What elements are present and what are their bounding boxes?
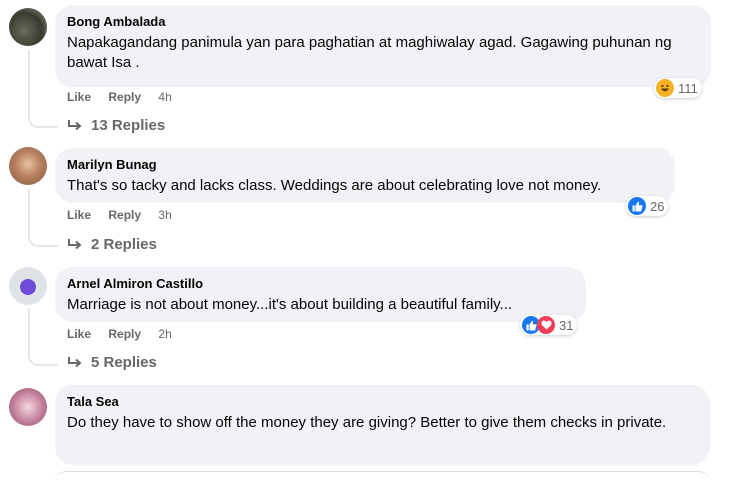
comment-actions: Like Reply 4h bbox=[67, 90, 186, 104]
avatar[interactable] bbox=[9, 267, 47, 305]
reply-button[interactable]: Reply bbox=[108, 208, 141, 222]
like-button[interactable]: Like bbox=[67, 208, 91, 222]
view-replies-link[interactable]: 13 Replies bbox=[67, 117, 165, 134]
replies-count: 13 Replies bbox=[91, 117, 166, 134]
comment-text: Do they have to show off the money they … bbox=[67, 414, 667, 431]
reactions-badge[interactable]: 111 bbox=[654, 78, 702, 98]
avatar[interactable] bbox=[9, 147, 47, 185]
view-replies-link[interactable]: 5 Replies bbox=[67, 354, 157, 371]
reaction-count: 31 bbox=[559, 317, 574, 333]
reply-button[interactable]: Reply bbox=[108, 90, 141, 104]
reactions-badge[interactable]: 31 bbox=[520, 315, 578, 335]
avatar[interactable] bbox=[9, 8, 47, 46]
replies-count: 5 Replies bbox=[91, 354, 157, 371]
timestamp[interactable]: 2h bbox=[158, 327, 171, 341]
thread-line bbox=[28, 189, 58, 247]
comment-bubble: Marilyn Bunag That's so tacky and lacks … bbox=[55, 148, 675, 203]
reactions-badge[interactable]: 26 bbox=[626, 196, 669, 216]
comment-actions: Like Reply 2h bbox=[67, 327, 186, 341]
timestamp[interactable]: 3h bbox=[158, 208, 171, 222]
like-button[interactable]: Like bbox=[67, 327, 91, 341]
reply-button[interactable]: Reply bbox=[108, 327, 141, 341]
replies-count: 2 Replies bbox=[91, 236, 157, 253]
view-replies-link[interactable]: 2 Replies bbox=[67, 236, 157, 253]
thread-line bbox=[28, 308, 58, 366]
comment-author[interactable]: Marilyn Bunag bbox=[67, 156, 663, 173]
thread-line bbox=[28, 50, 58, 128]
reply-arrow-icon bbox=[68, 119, 82, 130]
comment-author[interactable]: Bong Ambalada bbox=[67, 13, 699, 30]
comment-text: Napakagandang panimula yan para paghatia… bbox=[67, 34, 672, 71]
comment-bubble: Tala Sea Do they have to show off the mo… bbox=[55, 385, 710, 465]
comment-author[interactable]: Tala Sea bbox=[67, 393, 698, 410]
reaction-count: 111 bbox=[678, 80, 698, 96]
next-comment-edge bbox=[55, 471, 710, 482]
haha-icon bbox=[656, 79, 674, 97]
comment-bubble: Arnel Almiron Castillo Marriage is not a… bbox=[55, 267, 586, 322]
timestamp[interactable]: 4h bbox=[158, 90, 171, 104]
avatar-dot bbox=[20, 279, 36, 295]
comment-text: Marriage is not about money...it's about… bbox=[67, 296, 513, 313]
love-icon bbox=[537, 316, 555, 334]
like-button[interactable]: Like bbox=[67, 90, 91, 104]
reply-arrow-icon bbox=[68, 238, 82, 249]
avatar[interactable] bbox=[9, 388, 47, 426]
comment-actions: Like Reply 3h bbox=[67, 208, 186, 222]
reply-arrow-icon bbox=[68, 356, 82, 367]
comment-bubble: Bong Ambalada Napakagandang panimula yan… bbox=[55, 5, 711, 87]
like-icon bbox=[628, 197, 646, 215]
reaction-count: 26 bbox=[650, 198, 665, 214]
comment-author[interactable]: Arnel Almiron Castillo bbox=[67, 275, 574, 292]
comment-text: That's so tacky and lacks class. Wedding… bbox=[67, 177, 602, 194]
